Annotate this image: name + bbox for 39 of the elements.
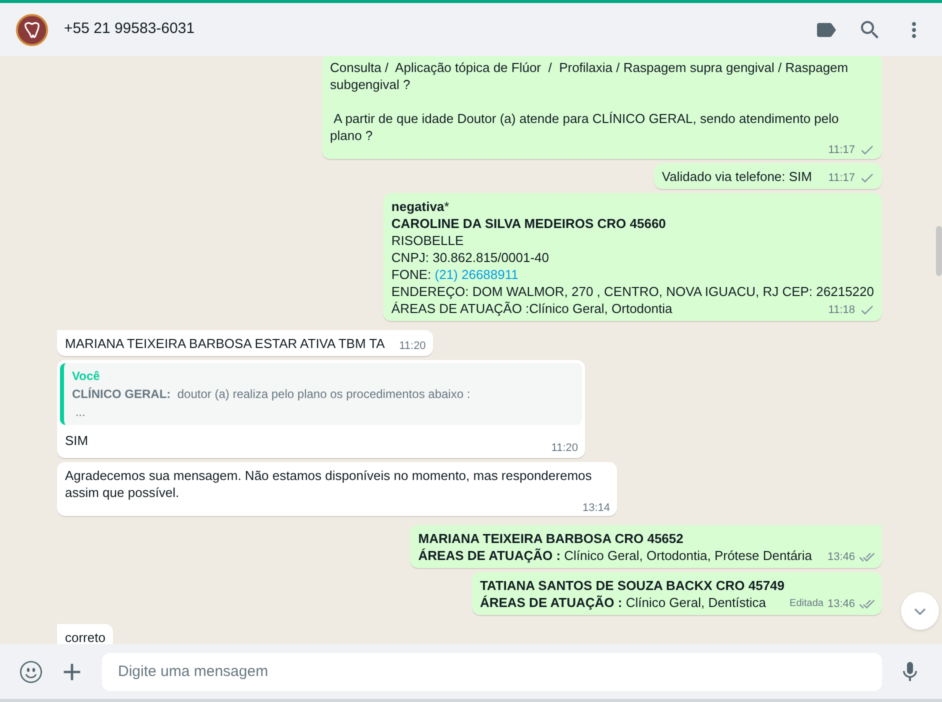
message-time: 13:46 [827, 550, 855, 564]
message-time: 13:14 [582, 501, 610, 515]
quoted-message[interactable]: Você CLÍNICO GERAL: doutor (a) realiza pelo plano os procedimentos abaixo : ... [60, 363, 582, 425]
message-text: A partir de que idade Doutor (a) atende para CLÍNICO GERAL, sendo atendimento pelo plano ? [330, 110, 840, 144]
message-text: correto [65, 630, 106, 644]
emoji-icon[interactable] [20, 660, 42, 682]
message-text: MARIANA TEIXEIRA BARBOSA ESTAR ATIVA TBM TA [65, 336, 385, 351]
message-text: MARIANA TEIXEIRA BARBOSA CRO 45652 [418, 531, 684, 546]
message-text: Agradecemos sua mensagem. Não estamos disponíveis no momento, mas responderemos assim que possível. [65, 467, 593, 501]
message-text: ÁREAS DE ATUAÇÃO : Clínico Geral, Dentística [480, 595, 766, 610]
message-text: TATIANA SANTOS DE SOUZA BACKX CRO 45749 [480, 578, 785, 593]
message-time: 13:46 [827, 597, 855, 611]
chevron-down-icon [914, 608, 926, 614]
message-time: 11:17 [828, 143, 855, 157]
message-text: CNPJ: 30.862.815/0001-40 [391, 250, 549, 265]
message-text: Consulta / Aplicação tópica de Flúor / Profilaxia / Raspagem supra gengival / Raspagem subgengival ? [330, 59, 850, 93]
message-text: RISOBELLE [391, 233, 464, 248]
contact-name[interactable]: +55 21 99583-6031 [64, 18, 195, 41]
quote-text: CLÍNICO GERAL: doutor (a) realiza pelo plano os procedimentos abaixo : [72, 386, 472, 403]
quote-author: Você [72, 368, 101, 385]
message-time: 11:20 [551, 441, 578, 455]
contact-avatar[interactable] [16, 14, 48, 46]
message-text: Validado via telefone: SIM [662, 169, 812, 184]
message-input[interactable]: Digite uma mensagem [102, 652, 882, 690]
quote-text: ... [74, 404, 86, 421]
message-time: 11:17 [828, 171, 855, 185]
message-text: ÁREAS DE ATUAÇÃO :Clínico Geral, Ortodontia [391, 301, 672, 316]
tooth-icon [24, 22, 40, 38]
scrollbar[interactable] [936, 226, 942, 276]
edited-label: Editada [790, 597, 824, 611]
message-text: negativa* [391, 199, 450, 214]
message-time: 11:20 [399, 339, 426, 353]
message-text: CAROLINE DA SILVA MEDEIROS CRO 45660 [391, 216, 666, 231]
phone-link[interactable]: (21) 26688911 [434, 267, 518, 282]
message-text: ENDEREÇO: DOM WALMOR, 270 , CENTRO, NOVA IGUACU, RJ CEP: 26215220 [391, 284, 874, 299]
message-text: FONE: [391, 267, 432, 282]
message-time: 11:18 [828, 303, 855, 317]
message-text: SIM [65, 433, 88, 448]
message-text: ÁREAS DE ATUAÇÃO : Clínico Geral, Ortodontia, Prótese Dentária [418, 548, 812, 563]
